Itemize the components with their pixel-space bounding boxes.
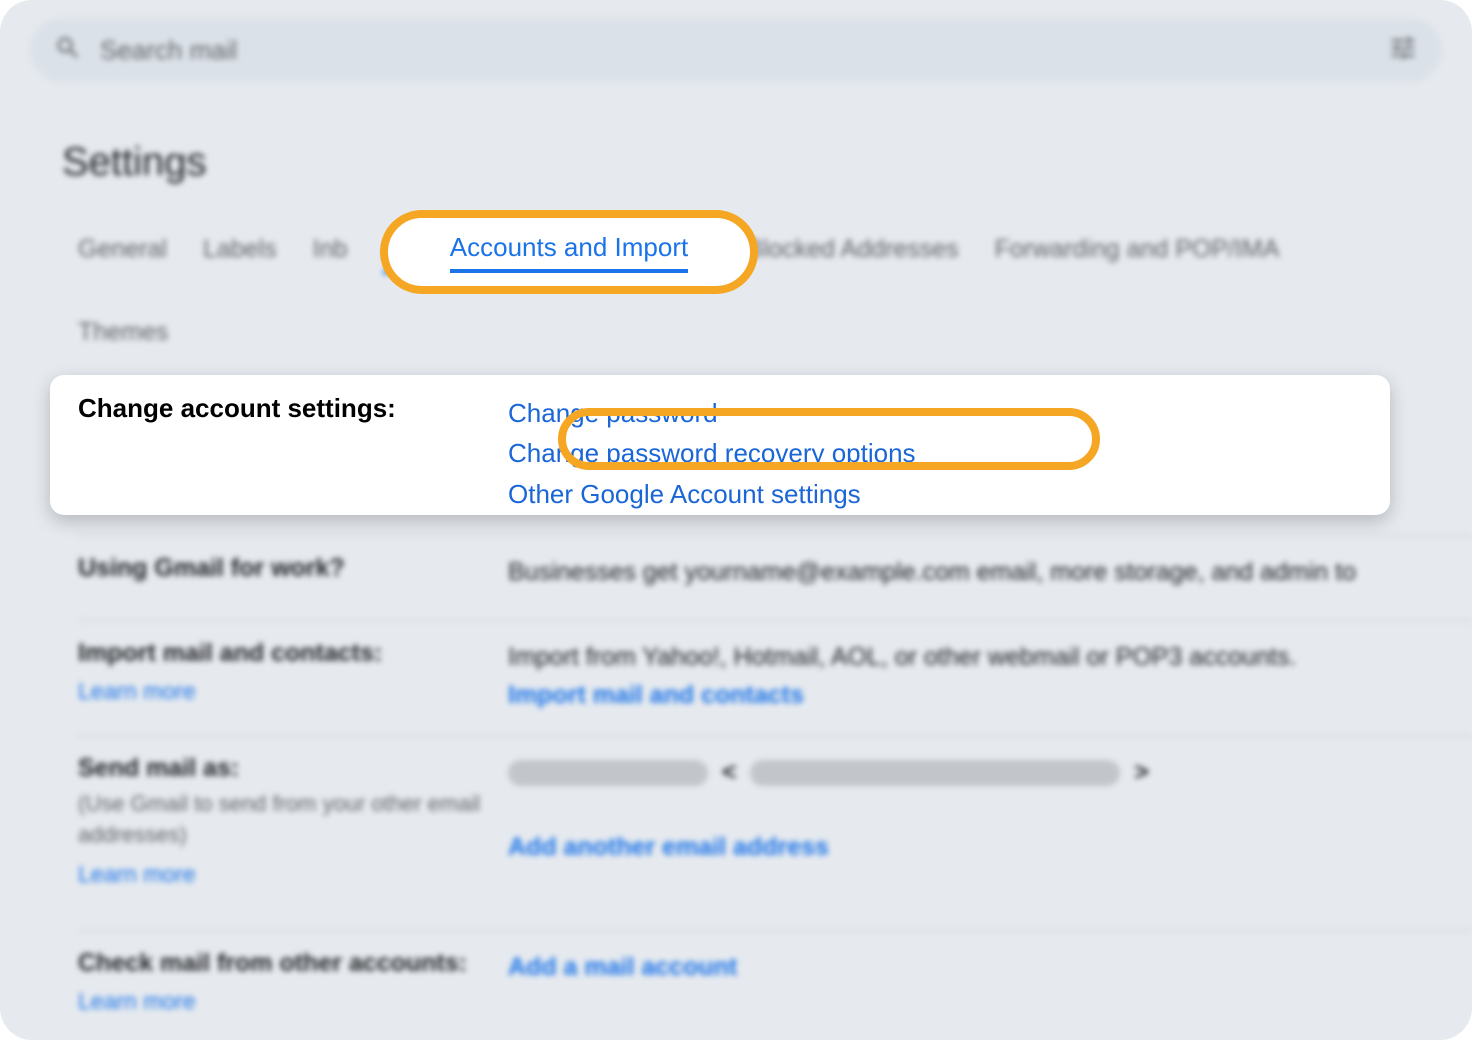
sendas-sublabel: (Use Gmail to send from your other email… bbox=[78, 789, 508, 851]
tab-filters[interactable]: ters and Blocked Addresses bbox=[649, 235, 959, 274]
tab-accounts-import[interactable]: Accounts and Import bbox=[383, 235, 612, 274]
add-email-link[interactable]: Add another email address bbox=[508, 833, 829, 861]
angle-open: < bbox=[715, 758, 744, 786]
blurred-background: Settings General Labels Inb Accounts and… bbox=[0, 0, 1472, 1040]
row-label-sendas: Send mail as: (Use Gmail to send from yo… bbox=[78, 754, 508, 888]
redacted-name bbox=[508, 760, 708, 786]
import-link[interactable]: Import mail and contacts bbox=[508, 681, 804, 709]
tab-themes[interactable]: Themes bbox=[78, 318, 168, 346]
import-learn-more[interactable]: Learn more bbox=[78, 678, 508, 705]
import-label-text: Import mail and contacts: bbox=[78, 639, 382, 667]
row-check-mail: Check mail from other accounts: Learn mo… bbox=[78, 930, 1472, 1035]
redacted-email bbox=[750, 760, 1120, 786]
change-account-label: Change account settings: bbox=[78, 393, 508, 497]
row-value-import: Import from Yahoo!, Hotmail, AOL, or oth… bbox=[508, 639, 1472, 714]
row-value-work: Businesses get yourname@example.com emai… bbox=[508, 554, 1472, 592]
other-account-settings-link[interactable]: Other Google Account settings bbox=[508, 474, 861, 514]
check-learn-more[interactable]: Learn more bbox=[78, 988, 508, 1015]
row-value-check: Add a mail account bbox=[508, 949, 1472, 1015]
tune-icon[interactable] bbox=[1388, 33, 1418, 68]
search-input[interactable] bbox=[100, 35, 1388, 66]
check-label-text: Check mail from other accounts: bbox=[78, 949, 467, 977]
settings-tabs-row2: Themes bbox=[78, 318, 168, 347]
settings-tabs: General Labels Inb Accounts and Import t… bbox=[78, 235, 1472, 274]
row-import: Import mail and contacts: Learn more Imp… bbox=[78, 620, 1472, 734]
change-password-link[interactable]: Change password bbox=[508, 393, 718, 433]
app-frame: Settings General Labels Inb Accounts and… bbox=[0, 0, 1472, 1040]
search-bar[interactable] bbox=[30, 18, 1442, 82]
change-account-links: Change password Change password recovery… bbox=[508, 393, 1362, 497]
tab-forwarding[interactable]: Forwarding and POP/IMA bbox=[995, 235, 1280, 274]
row-value-sendas: < > Add another email address bbox=[508, 754, 1472, 888]
page-title: Settings bbox=[62, 140, 207, 185]
sendas-learn-more[interactable]: Learn more bbox=[78, 861, 508, 888]
angle-close: > bbox=[1127, 758, 1149, 786]
row-label-check: Check mail from other accounts: Learn mo… bbox=[78, 949, 508, 1015]
tab-inbox[interactable]: Inb bbox=[313, 235, 348, 274]
search-icon bbox=[54, 34, 82, 67]
tab-general[interactable]: General bbox=[78, 235, 167, 274]
change-account-section: Change account settings: Change password… bbox=[50, 375, 1390, 515]
add-mail-account-link[interactable]: Add a mail account bbox=[508, 953, 737, 981]
row-gmail-work: Using Gmail for work? Businesses get you… bbox=[78, 535, 1472, 612]
sendas-label-text: Send mail as: bbox=[78, 754, 239, 782]
import-desc: Import from Yahoo!, Hotmail, AOL, or oth… bbox=[508, 643, 1296, 671]
tab-labels[interactable]: Labels bbox=[203, 235, 277, 274]
row-send-as: Send mail as: (Use Gmail to send from yo… bbox=[78, 735, 1472, 908]
row-label-import: Import mail and contacts: Learn more bbox=[78, 639, 508, 714]
change-recovery-link[interactable]: Change password recovery options bbox=[508, 433, 916, 473]
row-label-work: Using Gmail for work? bbox=[78, 554, 508, 592]
